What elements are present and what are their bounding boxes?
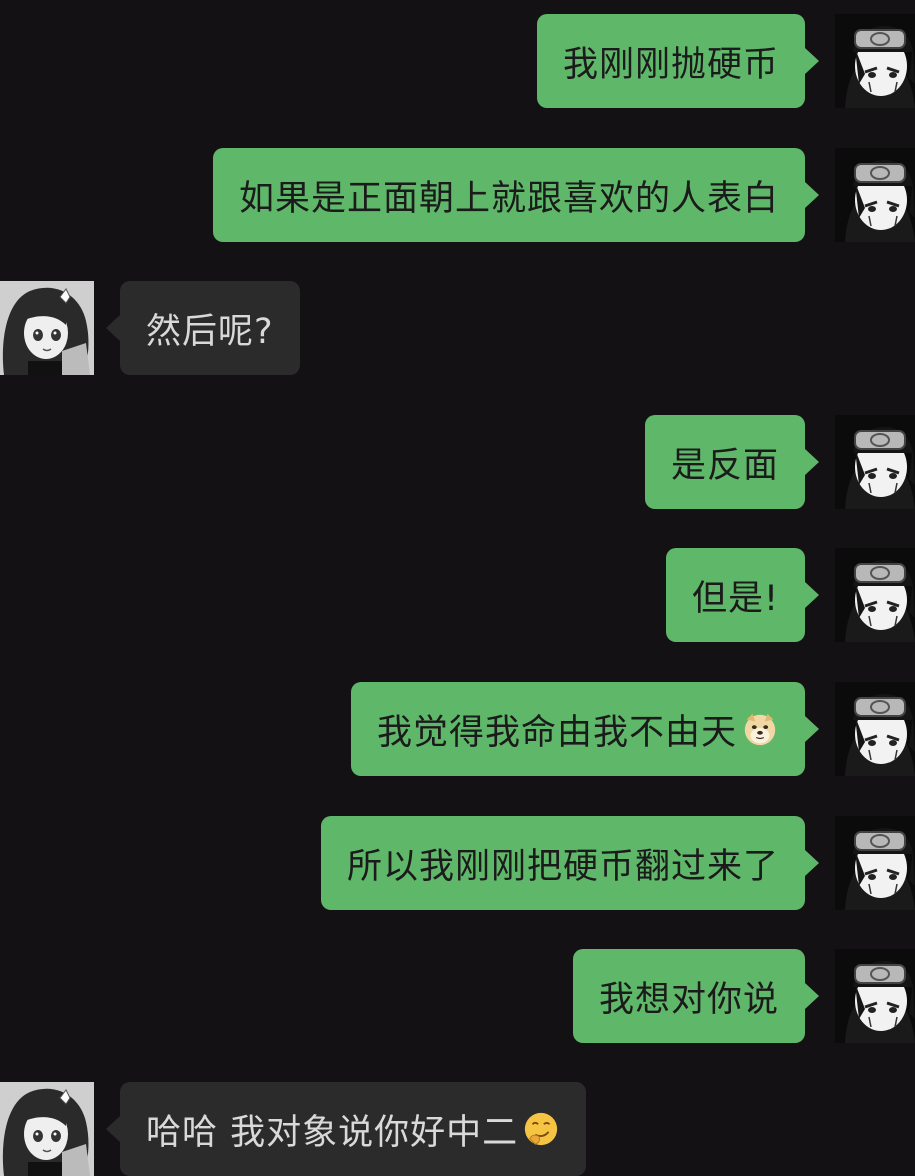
ninja-avatar[interactable] [835, 415, 915, 509]
message-bubble-sent[interactable]: 我觉得我命由我不由天 [350, 682, 820, 776]
message-text: 我觉得我命由我不由天 [376, 712, 737, 753]
anime-girl-avatar[interactable] [0, 281, 94, 375]
message-bubble-sent[interactable]: 所以我刚刚把硬币翻过来了 [320, 816, 820, 910]
ninja-avatar[interactable] [835, 682, 915, 776]
message-text: 但是! [691, 578, 779, 619]
message-bubble-sent[interactable]: 我想对你说 [572, 949, 820, 1043]
message-text: 哈哈 我对象说你好中二 [146, 1112, 519, 1153]
ninja-avatar[interactable] [835, 148, 915, 242]
message-text: 我想对你说 [598, 979, 779, 1020]
message-bubble-sent[interactable]: 是反面 [644, 415, 820, 509]
ninja-avatar[interactable] [835, 816, 915, 910]
message-text: 如果是正面朝上就跟喜欢的人表白 [238, 178, 779, 219]
message-text: 所以我刚刚把硬币翻过来了 [346, 846, 779, 887]
ninja-avatar[interactable] [835, 548, 915, 642]
chat-history[interactable]: 我刚刚抛硬币 如果是正面朝上就跟喜欢的人表白 然后呢? 是反面 但是! 我觉得我… [0, 0, 915, 1176]
message-text: 然后呢? [146, 311, 274, 352]
smirk-emoji-icon [522, 1110, 560, 1148]
doge-emoji-icon [741, 710, 779, 748]
message-text: 我刚刚抛硬币 [562, 44, 779, 85]
ninja-avatar[interactable] [835, 949, 915, 1043]
message-text: 是反面 [670, 445, 779, 486]
message-bubble-sent[interactable]: 但是! [665, 548, 820, 642]
message-bubble-sent[interactable]: 如果是正面朝上就跟喜欢的人表白 [212, 148, 820, 242]
ninja-avatar[interactable] [835, 14, 915, 108]
message-bubble-received[interactable]: 然后呢? [106, 281, 300, 375]
message-bubble-sent[interactable]: 我刚刚抛硬币 [536, 14, 820, 108]
message-bubble-received[interactable]: 哈哈 我对象说你好中二 [105, 1082, 587, 1176]
anime-girl-avatar[interactable] [0, 1082, 94, 1176]
